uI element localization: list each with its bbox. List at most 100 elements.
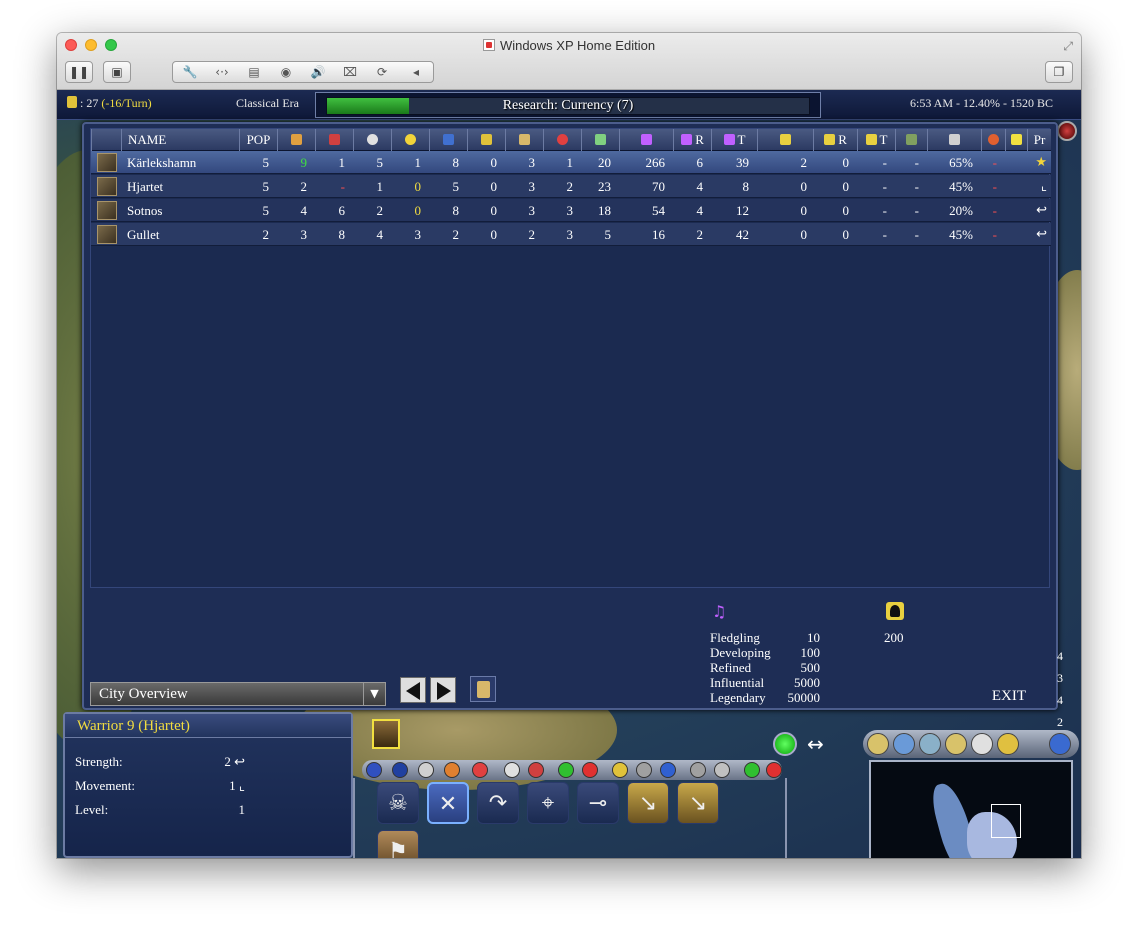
col-name[interactable]: NAME xyxy=(121,129,239,151)
cell-great-person: 0 xyxy=(800,203,808,218)
col-food[interactable] xyxy=(277,129,315,151)
cell-science: 23 xyxy=(598,179,611,194)
legend-value: 50000 xyxy=(787,690,821,705)
spyglass-button[interactable]: ⊸ xyxy=(577,782,619,824)
col-hourglass[interactable] xyxy=(927,129,981,151)
table-row[interactable]: Gullet 2 3 8 4 3 2 0 2 3 5 16 2 42 0 0 - xyxy=(91,223,1051,246)
advisor-ring-icon[interactable] xyxy=(1057,121,1077,141)
legend-label: Refined xyxy=(710,660,752,675)
table-row[interactable]: Hjartet 5 2 - 1 0 5 0 3 2 23 70 4 8 0 0 xyxy=(91,175,1051,198)
col-great-person-turns[interactable]: T xyxy=(857,129,895,151)
level-label: Level: xyxy=(75,802,109,817)
col-production[interactable] xyxy=(315,129,353,151)
selected-unit-marker[interactable] xyxy=(372,719,400,749)
toolbar-collapse-icon[interactable]: ◂ xyxy=(401,62,431,82)
plus-green-icon[interactable] xyxy=(558,762,574,778)
minimap-viewport[interactable] xyxy=(991,804,1021,838)
peace-icon[interactable] xyxy=(714,762,730,778)
scroll-icon[interactable] xyxy=(470,676,496,702)
city-name: Kärlekshamn xyxy=(127,155,197,170)
col-angry[interactable] xyxy=(981,129,1005,151)
usb-icon[interactable]: ⌧ xyxy=(335,62,365,82)
col-gp-rate-label: R xyxy=(838,132,847,147)
col-pop[interactable]: POP xyxy=(239,129,277,151)
col-gp-turns-label: T xyxy=(879,132,888,147)
col-health[interactable] xyxy=(353,129,391,151)
col-great-person-rate[interactable]: R xyxy=(813,129,857,151)
research-panel[interactable]: Research: Currency (7) xyxy=(315,92,821,118)
col-production-queue[interactable]: Pr xyxy=(1027,129,1051,151)
cell-culture-turns: 8 xyxy=(742,179,750,194)
advisor-icon[interactable] xyxy=(867,733,889,755)
sentry-button[interactable]: ↷ xyxy=(477,782,519,824)
col-gold[interactable] xyxy=(467,129,505,151)
cell-happy: 1 xyxy=(414,155,422,170)
culture-note-icon xyxy=(723,134,735,145)
cancel-icon[interactable] xyxy=(472,762,488,778)
col-science[interactable] xyxy=(581,129,619,151)
chevron-down-icon[interactable]: ▼ xyxy=(363,683,385,705)
grid-icon[interactable] xyxy=(366,762,382,778)
window-mode-button[interactable]: ❐ xyxy=(1045,61,1073,83)
col-trade[interactable] xyxy=(505,129,543,151)
plus-red-icon[interactable] xyxy=(582,762,598,778)
yields-toggle-icon[interactable] xyxy=(945,733,967,755)
anchor-icon[interactable] xyxy=(636,762,652,778)
col-great-person[interactable] xyxy=(757,129,813,151)
sock-icon[interactable] xyxy=(528,762,544,778)
red-flag-icon[interactable] xyxy=(766,762,782,778)
checklist-icon[interactable] xyxy=(971,733,993,755)
cell-angry: - xyxy=(992,203,997,218)
table-row[interactable]: Sotnos 5 4 6 2 0 8 0 3 3 18 54 4 12 0 0 xyxy=(91,199,1051,222)
upgrade-arrow-icon[interactable] xyxy=(444,762,460,778)
boot-icon[interactable] xyxy=(504,762,520,778)
previous-button[interactable] xyxy=(400,677,426,703)
col-power[interactable] xyxy=(1005,129,1027,151)
settings-wrench-icon[interactable]: 🔧 xyxy=(175,62,205,82)
legend-row: Fledgling 10 xyxy=(710,630,820,645)
fullscreen-icon[interactable]: ⤢ xyxy=(1063,39,1073,54)
terrain-toggle-icon[interactable] xyxy=(919,733,941,755)
col-happy[interactable] xyxy=(391,129,429,151)
legend-row: Influential 5000 xyxy=(710,675,820,690)
settler-button[interactable]: ⚑ xyxy=(377,830,419,858)
table-row[interactable]: Kärlekshamn 5 9 1 5 1 8 0 3 1 20 266 6 3… xyxy=(91,151,1051,174)
shared-folder-icon[interactable]: ⟳ xyxy=(367,62,397,82)
snapshot-button[interactable]: ▣ xyxy=(103,61,131,83)
minimap[interactable] xyxy=(869,760,1073,858)
disk-icon[interactable]: ▤ xyxy=(239,62,269,82)
network-icon[interactable]: ‹·› xyxy=(207,62,237,82)
green-flag-icon[interactable] xyxy=(744,762,760,778)
cell-pop: 5 xyxy=(262,155,270,170)
sound-icon[interactable]: 🔊 xyxy=(303,62,333,82)
research-label: Research: Currency (7) xyxy=(502,98,634,113)
airplane-icon[interactable] xyxy=(660,762,676,778)
route-button[interactable]: ↘ xyxy=(627,782,669,824)
col-culture[interactable] xyxy=(619,129,673,151)
route-alt-button[interactable]: ↘ xyxy=(677,782,719,824)
stack-icon[interactable] xyxy=(392,762,408,778)
col-espionage[interactable] xyxy=(543,129,581,151)
pause-button[interactable]: ❚❚ xyxy=(65,61,93,83)
explore-button[interactable]: ⌖ xyxy=(527,782,569,824)
col-specialist[interactable] xyxy=(895,129,927,151)
col-research[interactable] xyxy=(429,129,467,151)
exit-button[interactable]: EXIT xyxy=(992,688,1026,705)
star-icon[interactable] xyxy=(418,762,434,778)
swords-icon[interactable] xyxy=(690,762,706,778)
help-icon[interactable] xyxy=(997,733,1019,755)
end-turn-button[interactable] xyxy=(773,732,797,756)
col-culture-turns[interactable]: T xyxy=(711,129,757,151)
col-culture-rate[interactable]: R xyxy=(673,129,711,151)
era-label: Classical Era xyxy=(236,96,299,110)
pillage-button[interactable]: ☠ xyxy=(377,782,419,824)
grid-toggle-icon[interactable] xyxy=(893,733,915,755)
disband-button[interactable]: ✕ xyxy=(427,782,469,824)
cd-icon[interactable]: ◉ xyxy=(271,62,301,82)
next-button[interactable] xyxy=(430,677,456,703)
horizontal-arrows-icon[interactable]: ↔ xyxy=(807,732,824,756)
fortify-icon[interactable] xyxy=(612,762,628,778)
overview-select[interactable]: City Overview ▼ xyxy=(90,682,386,706)
cell-research: 5 xyxy=(452,179,460,194)
search-icon[interactable] xyxy=(1049,733,1071,755)
